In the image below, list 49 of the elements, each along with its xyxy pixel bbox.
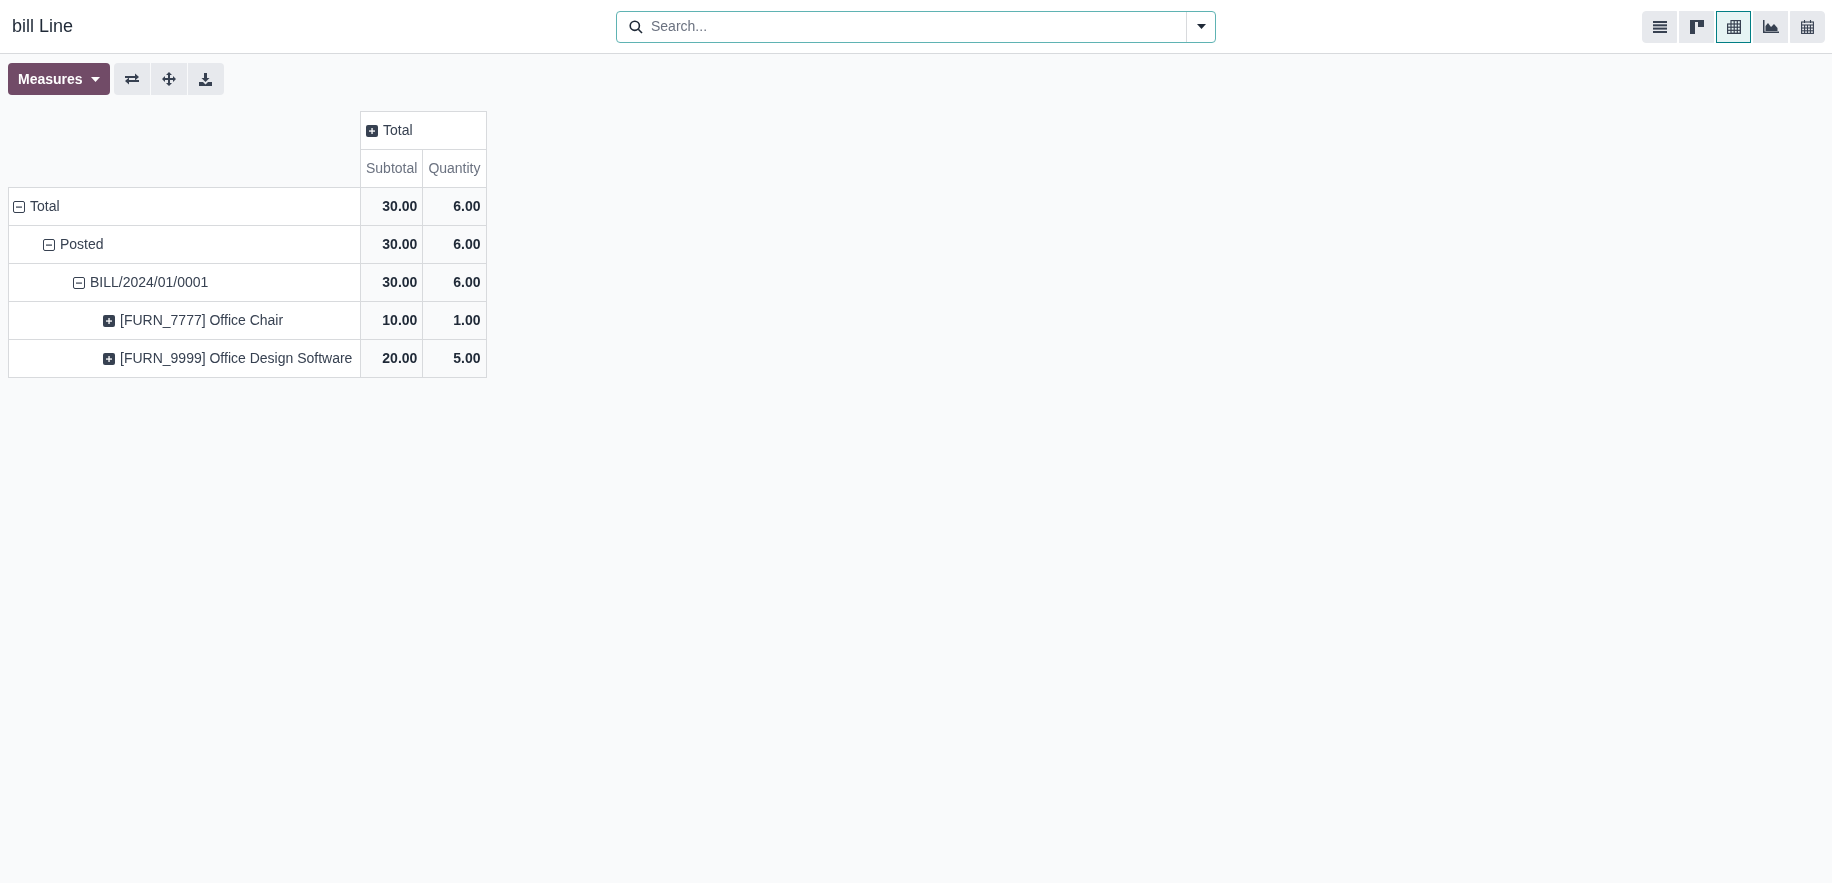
list-icon <box>1652 20 1667 33</box>
table-cell: 10.00 <box>360 301 423 340</box>
search-field[interactable]: Search... <box>651 16 1186 37</box>
caret-icon <box>1196 24 1206 29</box>
expand-icon[interactable] <box>103 352 115 365</box>
row-header[interactable]: [FURN_9999] Office Design Software <box>8 339 361 378</box>
area-chart-icon <box>1762 20 1779 33</box>
expand-icon[interactable] <box>103 314 115 327</box>
row-header[interactable]: Posted <box>8 225 361 264</box>
row-header[interactable]: BILL/2024/01/0001 <box>8 263 361 302</box>
row-label: BILL/2024/01/0001 <box>90 273 209 292</box>
row-header[interactable]: [FURN_7777] Office Chair <box>8 301 361 340</box>
collapse-icon[interactable] <box>13 200 25 213</box>
table-cell: 30.00 <box>360 263 423 302</box>
table-cell: 30.00 <box>360 225 423 264</box>
view-switch-button[interactable] <box>1716 10 1751 43</box>
row-label: [FURN_9999] Office Design Software <box>120 349 353 368</box>
table-cell: 6.00 <box>422 187 486 226</box>
measures-button[interactable]: Measures <box>8 63 110 95</box>
download-icon <box>199 72 213 86</box>
table-cell: 5.00 <box>422 339 486 378</box>
collapse-icon[interactable] <box>43 238 55 251</box>
column-header[interactable]: Total <box>360 111 486 150</box>
column-header-label: Total <box>383 121 413 140</box>
table-cell: 30.00 <box>360 187 423 226</box>
row-label: Total <box>30 197 60 216</box>
toolbar-button[interactable] <box>187 63 224 95</box>
table-cell: 20.00 <box>360 339 423 378</box>
swap-arrows-icon <box>124 73 139 85</box>
measure-header[interactable]: Quantity <box>422 149 486 188</box>
expand-icon[interactable] <box>366 124 378 137</box>
caret-icon <box>90 76 100 82</box>
table-cell: 1.00 <box>422 301 486 340</box>
kanban-icon <box>1689 19 1704 34</box>
table-cell: 6.00 <box>422 263 486 302</box>
search-icon <box>629 19 643 34</box>
row-label: Posted <box>60 235 104 254</box>
collapse-icon[interactable] <box>73 276 85 289</box>
toolbar-button[interactable] <box>113 63 150 95</box>
row-header[interactable]: Total <box>8 187 361 226</box>
search-bar[interactable]: Search... <box>616 10 1216 43</box>
row-label: [FURN_7777] Office Chair <box>120 311 284 330</box>
move-arrows-icon <box>161 72 176 86</box>
page-title: bill Line <box>12 15 75 38</box>
table-cell: 6.00 <box>422 225 486 264</box>
measure-header[interactable]: Subtotal <box>360 149 423 188</box>
table-grid-icon <box>1726 19 1741 34</box>
calendar-icon <box>1801 19 1814 34</box>
toolbar-button[interactable] <box>150 63 187 95</box>
